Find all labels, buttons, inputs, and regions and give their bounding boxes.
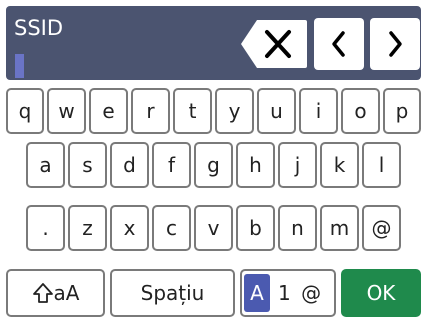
key[interactable]: k bbox=[320, 142, 359, 188]
shift-case-button[interactable]: aA bbox=[6, 269, 105, 317]
key[interactable]: a bbox=[26, 142, 65, 188]
key[interactable]: j bbox=[278, 142, 317, 188]
chevron-left-icon bbox=[332, 31, 345, 57]
text-cursor bbox=[15, 54, 24, 78]
key[interactable]: u bbox=[257, 88, 296, 134]
key[interactable]: v bbox=[194, 205, 233, 251]
mode-selected-letter: A bbox=[244, 274, 270, 312]
key[interactable]: z bbox=[68, 205, 107, 251]
chevron-right-icon bbox=[389, 31, 402, 57]
key[interactable]: g bbox=[194, 142, 233, 188]
ok-button[interactable]: OK bbox=[341, 269, 421, 317]
key[interactable]: r bbox=[131, 88, 170, 134]
cursor-left-button[interactable] bbox=[314, 18, 364, 70]
key[interactable]: n bbox=[278, 205, 317, 251]
key[interactable]: s bbox=[68, 142, 107, 188]
mode-other-options: 1 @ bbox=[278, 281, 324, 305]
key[interactable]: . bbox=[26, 205, 65, 251]
key[interactable]: l bbox=[362, 142, 401, 188]
key[interactable]: f bbox=[152, 142, 191, 188]
key[interactable]: h bbox=[236, 142, 275, 188]
key[interactable]: x bbox=[110, 205, 149, 251]
cursor-right-button[interactable] bbox=[370, 18, 420, 70]
key[interactable]: c bbox=[152, 205, 191, 251]
key[interactable]: q bbox=[6, 88, 44, 134]
shift-label: aA bbox=[53, 281, 80, 305]
key[interactable]: b bbox=[236, 205, 275, 251]
key[interactable]: @ bbox=[362, 205, 401, 251]
space-label: Spațiu bbox=[140, 281, 205, 305]
ok-label: OK bbox=[366, 281, 396, 305]
key[interactable]: d bbox=[110, 142, 149, 188]
input-header: SSID bbox=[6, 6, 421, 80]
key[interactable]: p bbox=[383, 88, 421, 134]
backspace-icon bbox=[241, 20, 307, 68]
key[interactable]: y bbox=[215, 88, 254, 134]
key[interactable]: m bbox=[320, 205, 359, 251]
key[interactable]: t bbox=[173, 88, 212, 134]
shift-arrow-icon bbox=[32, 283, 53, 303]
key[interactable]: w bbox=[47, 88, 86, 134]
backspace-button[interactable] bbox=[239, 18, 309, 70]
key[interactable]: e bbox=[89, 88, 128, 134]
input-mode-button[interactable]: A 1 @ bbox=[240, 269, 336, 317]
space-button[interactable]: Spațiu bbox=[110, 269, 235, 317]
key[interactable]: i bbox=[299, 88, 338, 134]
field-label: SSID bbox=[14, 16, 64, 40]
key[interactable]: o bbox=[341, 88, 380, 134]
keyboard-screen: SSID q w e r t y u i o p a s d f g h j k… bbox=[0, 0, 427, 322]
